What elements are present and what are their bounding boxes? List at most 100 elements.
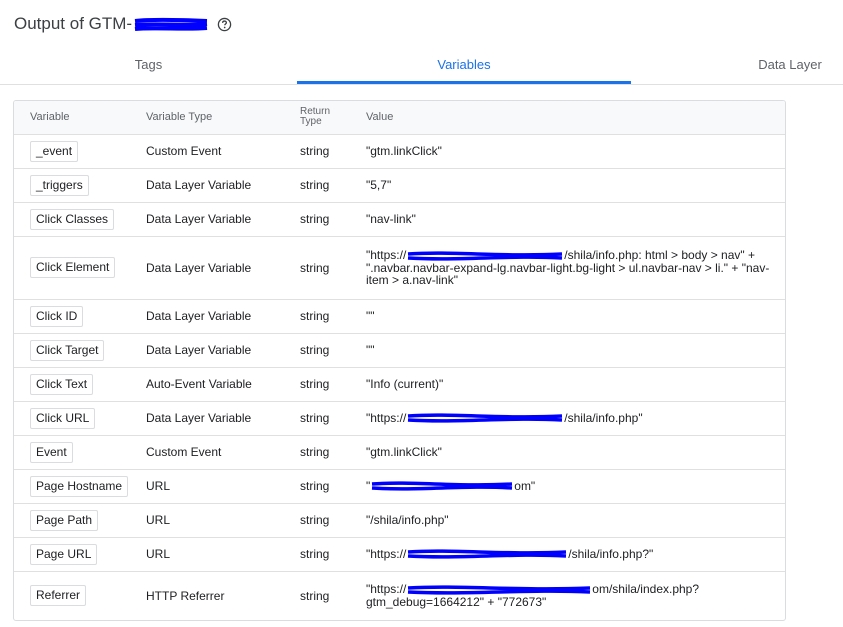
value-text: "Info (current)" (366, 377, 444, 391)
cell-return-type: string (300, 401, 366, 436)
cell-variable: _triggers (14, 168, 146, 203)
cell-return-type: string (300, 299, 366, 334)
redaction-scribble (134, 17, 208, 31)
tab-variables[interactable]: Variables (297, 52, 631, 84)
cell-variable-type: Custom Event (146, 435, 300, 470)
variable-name-chip[interactable]: Click Text (30, 373, 94, 395)
cell-return-type: string (300, 503, 366, 538)
cell-variable: Click URL (14, 401, 146, 436)
panel-header: Output of GTM- (14, 12, 232, 36)
variable-name-chip[interactable]: Page Path (30, 509, 99, 531)
variable-name-chip[interactable]: Event (30, 441, 73, 463)
cell-variable-type: HTTP Referrer (146, 588, 225, 603)
table-row: _event Custom Event string "gtm.linkClick" (14, 134, 785, 169)
cell-value: "/shila/info.php" (366, 503, 785, 538)
variable-name-chip[interactable]: Referrer (30, 585, 87, 607)
cell-return-type: string (300, 588, 330, 603)
variables-table: Variable Variable Type Return Type Value… (14, 101, 785, 620)
table-row: Event Custom Event string "gtm.linkClick" (14, 435, 785, 470)
cell-return-type: string (300, 333, 366, 368)
cell-return-type: string (300, 134, 366, 169)
cell-variable: Click Text (14, 367, 146, 402)
variable-name-chip[interactable]: _event (30, 140, 79, 162)
variable-name-chip[interactable]: Click Target (30, 339, 105, 361)
cell-variable-type: URL (146, 503, 300, 538)
header-return-line2: Type (300, 116, 322, 128)
cell-variable-type: Data Layer Variable (146, 168, 300, 203)
cell-variable-type: Data Layer Variable (146, 236, 300, 300)
value-text: "https://om/shila/index.php? gtm_debug=1… (366, 583, 773, 608)
variable-name-chip[interactable]: Click ID (30, 305, 84, 327)
value-text: "https:// /shila/info.php?" (366, 548, 773, 561)
value-text: "nav-link" (366, 212, 416, 226)
header-variable: Variable (14, 101, 146, 135)
cell-return-type: string (300, 435, 366, 470)
table-row: Click Text Auto-Event Variable string "Info… (14, 367, 785, 402)
value-prefix: "https:// (366, 546, 407, 561)
cell-return-type: string (300, 367, 366, 402)
variable-name-chip[interactable]: Click URL (30, 407, 96, 429)
cell-return-type: string (300, 236, 366, 300)
value-suffix: /shila/info.php" (564, 410, 643, 425)
value-text: "" (366, 343, 375, 357)
value-text: "" (366, 309, 375, 323)
cell-variable: _event (14, 134, 146, 169)
variable-name-chip[interactable]: _triggers (30, 174, 89, 196)
cell-value: "https://om/shila/index.php? gtm_debug=1… (366, 571, 785, 620)
value-text: "https:// /shila/info.php" (366, 412, 773, 425)
table-row: Click Target Data Layer Variable string "" (14, 333, 785, 368)
table-row: Click Classes Data Layer Variable string "n… (14, 202, 785, 237)
header-value: Value (366, 101, 785, 135)
cell-value: " om" (366, 469, 785, 504)
cell-value: "Info (current)" (366, 367, 785, 402)
value-suffix: /shila/info.php?" (568, 546, 654, 561)
cell-return-type: string (300, 202, 366, 237)
variable-name-chip[interactable]: Click Classes (30, 208, 115, 230)
cell-return-type: string (300, 537, 366, 572)
variable-name-chip[interactable]: Page Hostname (30, 475, 129, 497)
tab-tags[interactable]: Tags (0, 52, 297, 84)
cell-value: "gtm.linkClick" (366, 435, 785, 470)
table-row: Click Element Data Layer Variable string "h… (14, 236, 785, 300)
cell-variable-type: Data Layer Variable (146, 202, 300, 237)
cell-variable-type: Data Layer Variable (146, 333, 300, 368)
cell-variable: Click Element (14, 236, 146, 300)
cell-value: "nav-link" (366, 202, 785, 237)
cell-return-type: string (300, 168, 366, 203)
cell-value: "gtm.linkClick" (366, 134, 785, 169)
value-text: "gtm.linkClick" (366, 144, 442, 158)
cell-variable: Page URL (14, 537, 146, 572)
cell-return-type: string (300, 469, 366, 504)
redaction-scribble (408, 413, 563, 424)
table-row: Page URL URL string "https:// /shila/info.ph… (14, 537, 785, 572)
cell-value: "" (366, 299, 785, 334)
cell-variable: Page Hostname (14, 469, 146, 504)
value-text: "gtm.linkClick" (366, 445, 442, 459)
variable-name-chip[interactable]: Click Element (30, 257, 116, 278)
cell-variable: Page Path (14, 503, 146, 538)
table-row: _triggers Data Layer Variable string "5,7" (14, 168, 785, 203)
tab-data-layer[interactable]: Data Layer (740, 52, 840, 84)
cell-variable: Event (14, 435, 146, 470)
cell-variable-type: Data Layer Variable (146, 299, 300, 334)
redaction-scribble (408, 549, 567, 560)
cell-variable: Referrer (14, 571, 146, 620)
page-title: Output of GTM- (14, 14, 133, 33)
value-prefix: "https:// (366, 410, 407, 425)
cell-value: "https:// /shila/info.php" (366, 401, 785, 436)
cell-variable-type: Auto-Event Variable (146, 367, 300, 402)
redaction-scribble (372, 481, 513, 491)
variables-table-card: Variable Variable Type Return Type Value… (13, 100, 786, 621)
table-row: Page Hostname URL string " om" (14, 469, 785, 504)
help-icon[interactable] (217, 17, 232, 32)
cell-variable-type: Custom Event (146, 134, 300, 169)
value-text: "/shila/info.php" (366, 513, 449, 527)
cell-value: "https:// /shila/info.php?" (366, 537, 785, 572)
header-return-type: Return Type (300, 101, 366, 135)
value-suffix: om" (514, 478, 536, 493)
cell-variable-type: Data Layer Variable (146, 401, 300, 436)
table-row: Click URL Data Layer Variable string "https… (14, 401, 785, 436)
table-row: Click ID Data Layer Variable string "" (14, 299, 785, 334)
variable-name-chip[interactable]: Page URL (30, 543, 98, 565)
cell-variable-type: URL (146, 537, 300, 572)
